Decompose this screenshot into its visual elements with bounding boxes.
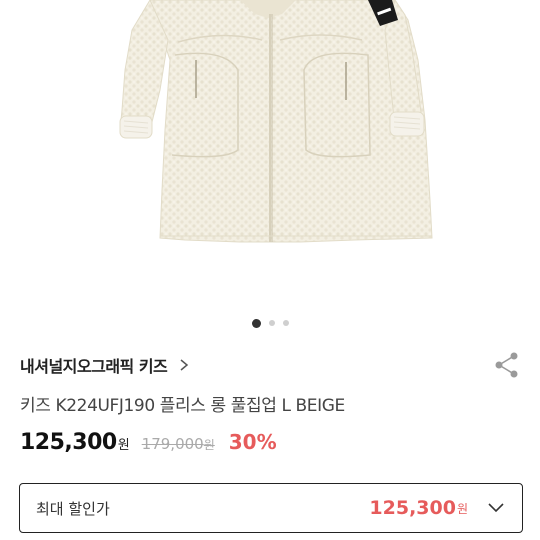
product-title: 키즈 K224UFJ190 플리스 롱 풀집업 L BEIGE [20,396,345,416]
dropdown-price-unit: 원 [456,501,468,516]
dropdown-price: 125,300 [369,497,456,519]
brand-link[interactable]: 내셔널지오그래픽 키즈 [20,353,168,377]
price-row: 125,300 원 179,000 원 30% [20,430,277,455]
sale-price-unit: 원 [117,438,130,453]
carousel-dot-2[interactable] [268,320,275,326]
original-price-unit: 원 [203,438,215,452]
share-icon[interactable] [492,350,522,380]
chevron-right-icon[interactable] [177,358,191,372]
carousel-dot-1[interactable] [251,318,261,328]
brand-row: 내셔널지오그래픽 키즈 [20,350,522,380]
discount-rate: 30% [228,430,277,454]
dropdown-label: 최대 할인가 [36,499,110,518]
max-discount-dropdown[interactable]: 최대 할인가 125,300 원 [19,483,523,533]
chevron-down-icon[interactable] [486,498,506,518]
carousel-indicator[interactable] [0,318,540,328]
fleece-coat-image [119,0,433,243]
product-image[interactable] [0,0,540,310]
carousel-dot-3[interactable] [282,320,289,326]
sale-price: 125,300 [20,430,117,455]
original-price: 179,000 [141,435,204,453]
